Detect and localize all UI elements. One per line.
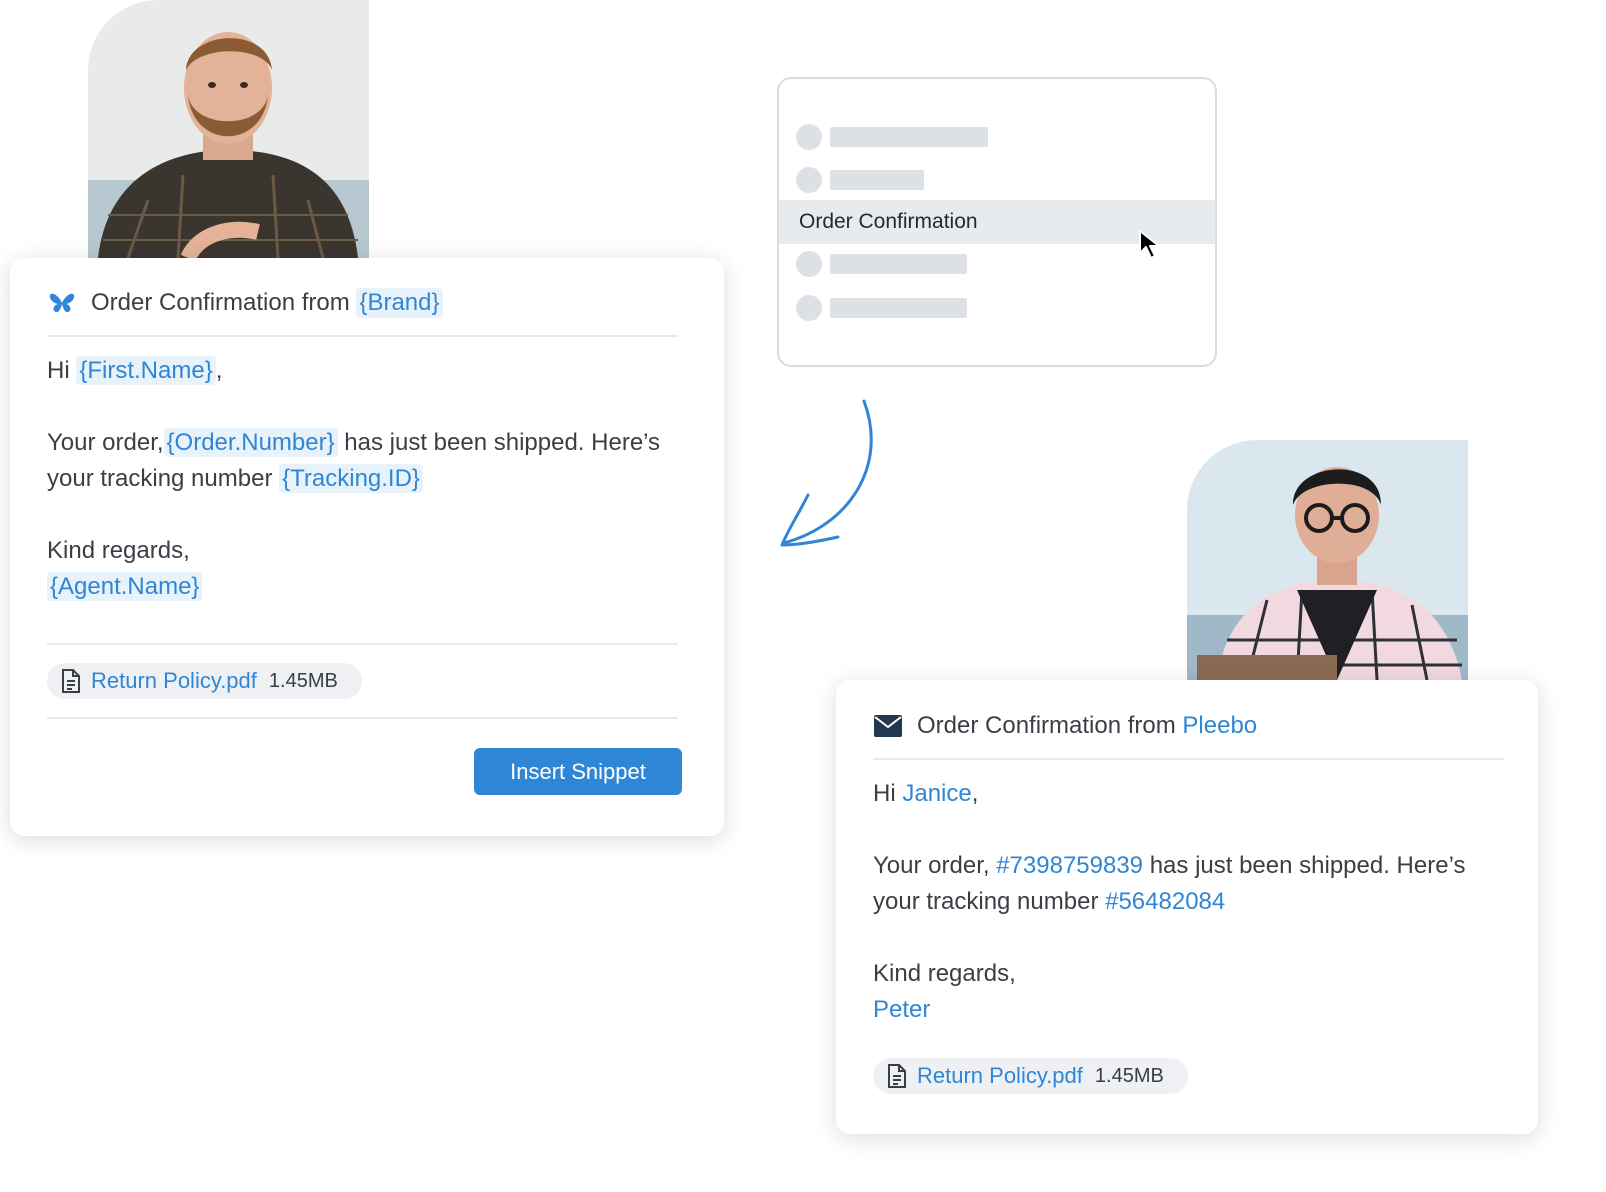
divider [47, 335, 678, 337]
attachment-size: 1.45MB [1094, 1064, 1164, 1087]
attachment-name: Return Policy.pdf [91, 668, 257, 693]
sent-email-card: Order Confirmation from Pleebo Hi Janice… [836, 680, 1538, 1134]
placeholder-bar [830, 298, 967, 318]
first-name: Janice [902, 780, 972, 807]
menu-item-label: Order Confirmation [799, 210, 978, 233]
divider [47, 643, 678, 645]
template-snippet-card: Order Confirmation from {Brand} Hi {Firs… [10, 258, 724, 836]
butterfly-icon [47, 290, 77, 316]
greeting: Hi [873, 780, 896, 807]
subject-prefix: Order Confirmation from [917, 712, 1176, 739]
attachment-chip[interactable]: Return Policy.pdf 1.45MB [873, 1058, 1188, 1094]
menu-item-placeholder[interactable] [779, 158, 1215, 202]
order-prefix: Your order, [873, 852, 990, 879]
agent-photo-man [88, 0, 369, 258]
curved-arrow-icon [780, 399, 873, 547]
subject-prefix: Order Confirmation from [91, 289, 350, 316]
attachment-chip[interactable]: Return Policy.pdf 1.45MB [47, 663, 362, 699]
menu-item-placeholder[interactable] [779, 286, 1215, 330]
insert-snippet-button[interactable]: Insert Snippet [474, 748, 682, 795]
email-body: Hi Janice, Your order, #7398759839 has j… [873, 780, 1466, 1023]
placeholder-avatar [796, 251, 822, 277]
brand-token: {Brand} [356, 288, 443, 318]
closing: Kind regards, [873, 960, 1016, 987]
placeholder-avatar [796, 167, 822, 193]
order-number-token: {Order.Number} [163, 428, 338, 457]
divider [873, 758, 1504, 760]
order-prefix: Your order, [47, 429, 164, 456]
closing: Kind regards, [47, 537, 190, 564]
agent-name: Peter [873, 996, 931, 1023]
placeholder-bar [830, 254, 967, 274]
placeholder-avatar [796, 124, 822, 150]
template-subject: Order Confirmation from {Brand} [47, 283, 678, 323]
document-icon [62, 669, 80, 693]
attachment-size: 1.45MB [268, 669, 338, 692]
divider [47, 717, 678, 719]
brand-name: Pleebo [1182, 712, 1258, 739]
customer-photo-woman [1187, 440, 1468, 680]
mouse-pointer-icon [1139, 230, 1160, 259]
template-body: Hi {First.Name}, Your order, {Order.Numbe… [47, 356, 661, 601]
menu-item-placeholder[interactable] [779, 115, 1215, 159]
greeting: Hi [47, 357, 70, 384]
tracking-prefix: your tracking number [873, 888, 1099, 915]
placeholder-bar [830, 170, 924, 190]
order-number: #7398759839 [996, 852, 1144, 879]
email-subject: Order Confirmation from Pleebo [873, 706, 1504, 746]
order-suffix: has just been shipped. Here’s [1149, 852, 1466, 879]
agent-name-token: {Agent.Name} [47, 572, 203, 601]
attachment-name: Return Policy.pdf [917, 1063, 1083, 1088]
tracking-id-token: {Tracking.ID} [279, 464, 423, 493]
tracking-id: #56482084 [1105, 888, 1226, 915]
first-name-token: {First.Name} [76, 356, 216, 385]
envelope-icon [873, 713, 903, 739]
snippet-menu: Order Confirmation [777, 77, 1217, 367]
placeholder-bar [830, 127, 988, 147]
document-icon [888, 1064, 906, 1088]
tracking-prefix: your tracking number [47, 465, 273, 492]
placeholder-avatar [796, 295, 822, 321]
order-suffix: has just been shipped. Here’s [344, 429, 661, 456]
